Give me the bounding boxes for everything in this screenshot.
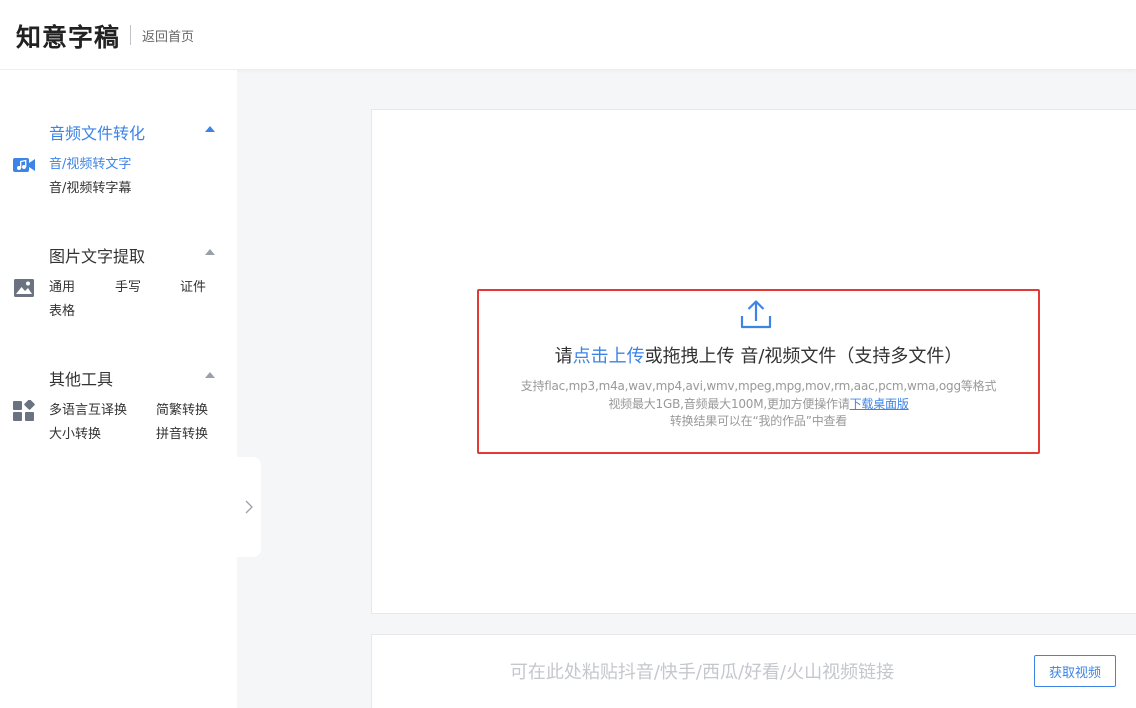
collapse-caret-icon[interactable] [205,372,215,378]
header-divider [130,25,131,45]
apps-grid-icon [13,400,35,421]
sidebar-item-handwriting[interactable]: 手写 [115,276,141,295]
collapse-caret-icon[interactable] [205,249,215,255]
sidebar-item-av-to-text[interactable]: 音/视频转文字 [49,153,131,172]
sidebar-item-table[interactable]: 表格 [49,300,75,319]
sidebar-item-id-card[interactable]: 证件 [180,276,206,295]
back-home-link[interactable]: 返回首页 [142,26,194,45]
supported-formats-text: 支持flac,mp3,m4a,wav,mp4,avi,wmv,mpeg,mpg,… [520,379,997,393]
sidebar-item-simp-trad[interactable]: 简繁转换 [156,399,208,418]
sidebar: 音频文件转化 音/视频转文字 音/视频转字幕 图片文字提取 通用 手写 证件 表… [0,70,237,708]
sidebar-toggle-button[interactable] [237,457,261,557]
file-drop-zone[interactable]: 请点击上传或拖拽上传 音/视频文件（支持多文件） 支持flac,mp3,m4a,… [477,289,1040,454]
sidebar-item-case-convert[interactable]: 大小转换 [49,423,101,442]
video-link-input[interactable] [372,657,1032,687]
upload-icon [740,300,772,329]
top-header: 知意字稿 返回首页 [0,0,1136,70]
upload-suffix: 或拖拽上传 音/视频文件（支持多文件） [644,346,963,367]
sidebar-item-av-to-subtitle[interactable]: 音/视频转字幕 [49,177,131,196]
sidebar-item-general[interactable]: 通用 [49,276,75,295]
collapse-caret-icon[interactable] [205,126,215,132]
fetch-video-button[interactable]: 获取视频 [1034,655,1116,687]
video-music-icon [13,158,35,172]
chevron-right-icon [245,500,253,514]
upload-prefix: 请 [554,346,573,367]
upload-instruction: 请点击上传或拖拽上传 音/视频文件（支持多文件） [479,342,1038,368]
sidebar-item-pinyin[interactable]: 拼音转换 [156,423,208,442]
section-title-image-text[interactable]: 图片文字提取 [49,243,145,267]
sidebar-item-translate[interactable]: 多语言互译换 [49,399,127,418]
app-logo[interactable]: 知意字稿 [16,18,120,54]
image-icon [14,279,34,297]
size-limit-text: 视频最大1GB,音频最大100M,更加方便操作请下载桌面版 [479,395,1038,412]
size-limit-prefix: 视频最大1GB,音频最大100M,更加方便操作请 [608,397,850,411]
section-title-audio-convert[interactable]: 音频文件转化 [49,120,145,144]
download-desktop-link[interactable]: 下载桌面版 [850,397,909,411]
result-note-text: 转换结果可以在“我的作品”中查看 [669,414,848,428]
video-link-bar: 获取视频 [371,634,1136,708]
section-title-other-tools[interactable]: 其他工具 [49,366,113,390]
click-upload-link[interactable]: 点击上传 [573,346,645,367]
